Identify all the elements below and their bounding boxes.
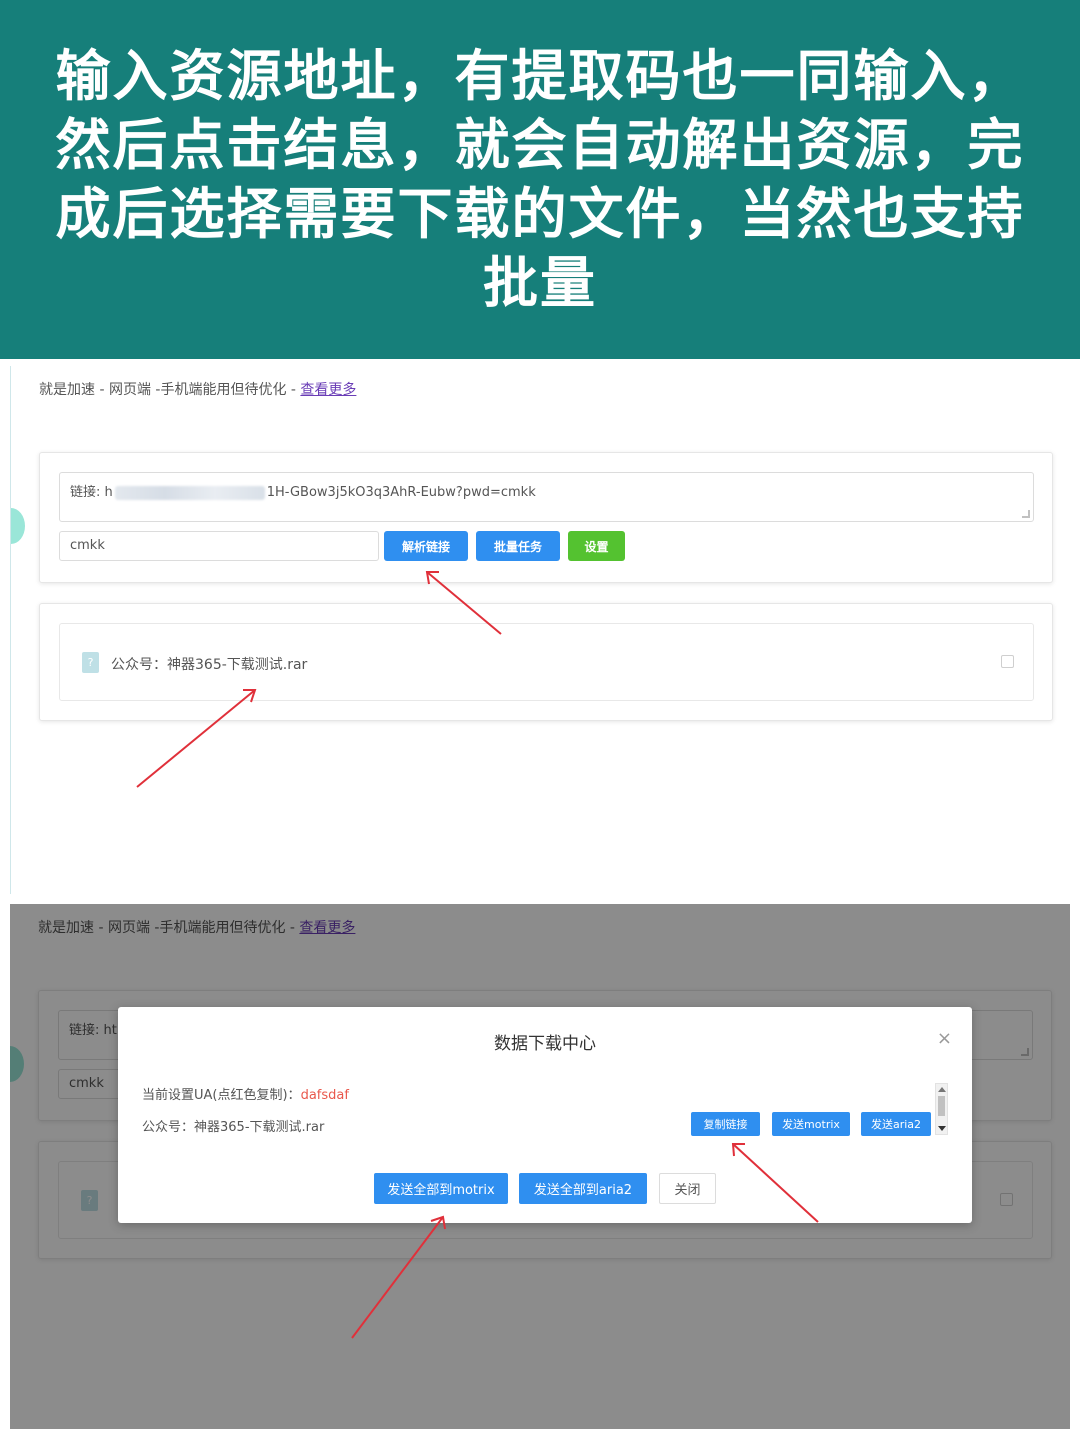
file-checkbox[interactable] <box>1001 655 1014 668</box>
banner-line-4: 批量 <box>482 250 597 315</box>
close-icon[interactable]: × <box>937 1028 952 1049</box>
modal-title: 数据下载中心 <box>494 1034 596 1054</box>
page-topline: 就是加速 - 网页端 -手机端能用但待优化 - 查看更多 <box>39 379 356 399</box>
banner-text: 输入资源地址，有提取码也一同输入， 然后点击结息，就会自动解出资源，完 成后选择… <box>55 42 1024 318</box>
side-float-button[interactable] <box>11 508 25 544</box>
close-button[interactable]: 关闭 <box>659 1173 716 1204</box>
scroll-down-icon[interactable] <box>938 1126 946 1131</box>
file-icon: ? <box>82 652 99 673</box>
file-name: 公众号：神器365-下载测试.rar <box>111 657 308 673</box>
parse-link-button[interactable]: 解析链接 <box>384 531 468 561</box>
ua-label: 当前设置UA(点红色复制)： <box>142 1088 301 1103</box>
instruction-banner: 输入资源地址，有提取码也一同输入， 然后点击结息，就会自动解出资源，完 成后选择… <box>0 0 1080 359</box>
banner-line-3: 成后选择需要下载的文件，当然也支持 <box>55 181 1025 246</box>
send-aria2-button[interactable]: 发送aria2 <box>861 1112 931 1136</box>
send-all-motrix-button[interactable]: 发送全部到motrix <box>374 1173 508 1204</box>
banner-line-2: 然后点击结息，就会自动解出资源，完 <box>55 112 1025 177</box>
see-more-link[interactable]: 查看更多 <box>300 382 356 398</box>
link-prefix: h <box>104 485 113 500</box>
input-card: 链接: h 1H-GBow3j5kO3q3AhR-Eubw?pwd=cmkk cm… <box>39 452 1053 583</box>
blurred-link-part <box>114 485 265 500</box>
banner-line-1: 输入资源地址，有提取码也一同输入， <box>55 43 1025 108</box>
screenshot-parse-step: 就是加速 - 网页端 -手机端能用但待优化 - 查看更多 链接: h 1H-GBo… <box>10 366 1070 894</box>
link-label: 链接: <box>70 485 105 500</box>
link-suffix: 1H-GBow3j5kO3q3AhR-Eubw?pwd=cmkk <box>266 485 536 500</box>
list-item[interactable]: ? 公众号：神器365-下载测试.rar <box>59 623 1034 701</box>
modal-scrollbar[interactable] <box>935 1083 948 1135</box>
screenshot-download-step: 就是加速 - 网页端 -手机端能用但待优化 - 查看更多 链接: ht cmkk… <box>10 904 1070 1429</box>
send-all-aria2-button[interactable]: 发送全部到aria2 <box>519 1173 647 1204</box>
extract-code-input[interactable]: cmkk <box>59 531 379 561</box>
resize-grip-icon[interactable] <box>1022 510 1030 518</box>
download-center-modal: 数据下载中心 × 当前设置UA(点红色复制)：dafsdaf 公众号：神器365… <box>118 1007 972 1223</box>
settings-button[interactable]: 设置 <box>568 531 625 561</box>
modal-file-name: 公众号：神器365-下载测试.rar <box>142 1120 325 1135</box>
send-motrix-button[interactable]: 发送motrix <box>772 1112 850 1136</box>
scroll-up-icon[interactable] <box>938 1087 946 1092</box>
topline-text: 就是加速 - 网页端 -手机端能用但待优化 - <box>39 382 301 398</box>
batch-task-button[interactable]: 批量任务 <box>476 531 560 561</box>
copy-link-button[interactable]: 复制链接 <box>691 1112 760 1136</box>
scroll-thumb[interactable] <box>938 1096 945 1116</box>
ua-row: 当前设置UA(点红色复制)：dafsdaf <box>142 1084 349 1103</box>
file-list-card: ? 公众号：神器365-下载测试.rar <box>39 603 1053 721</box>
ua-value[interactable]: dafsdaf <box>301 1088 349 1103</box>
link-textarea[interactable]: 链接: h 1H-GBow3j5kO3q3AhR-Eubw?pwd=cmkk <box>59 472 1034 522</box>
